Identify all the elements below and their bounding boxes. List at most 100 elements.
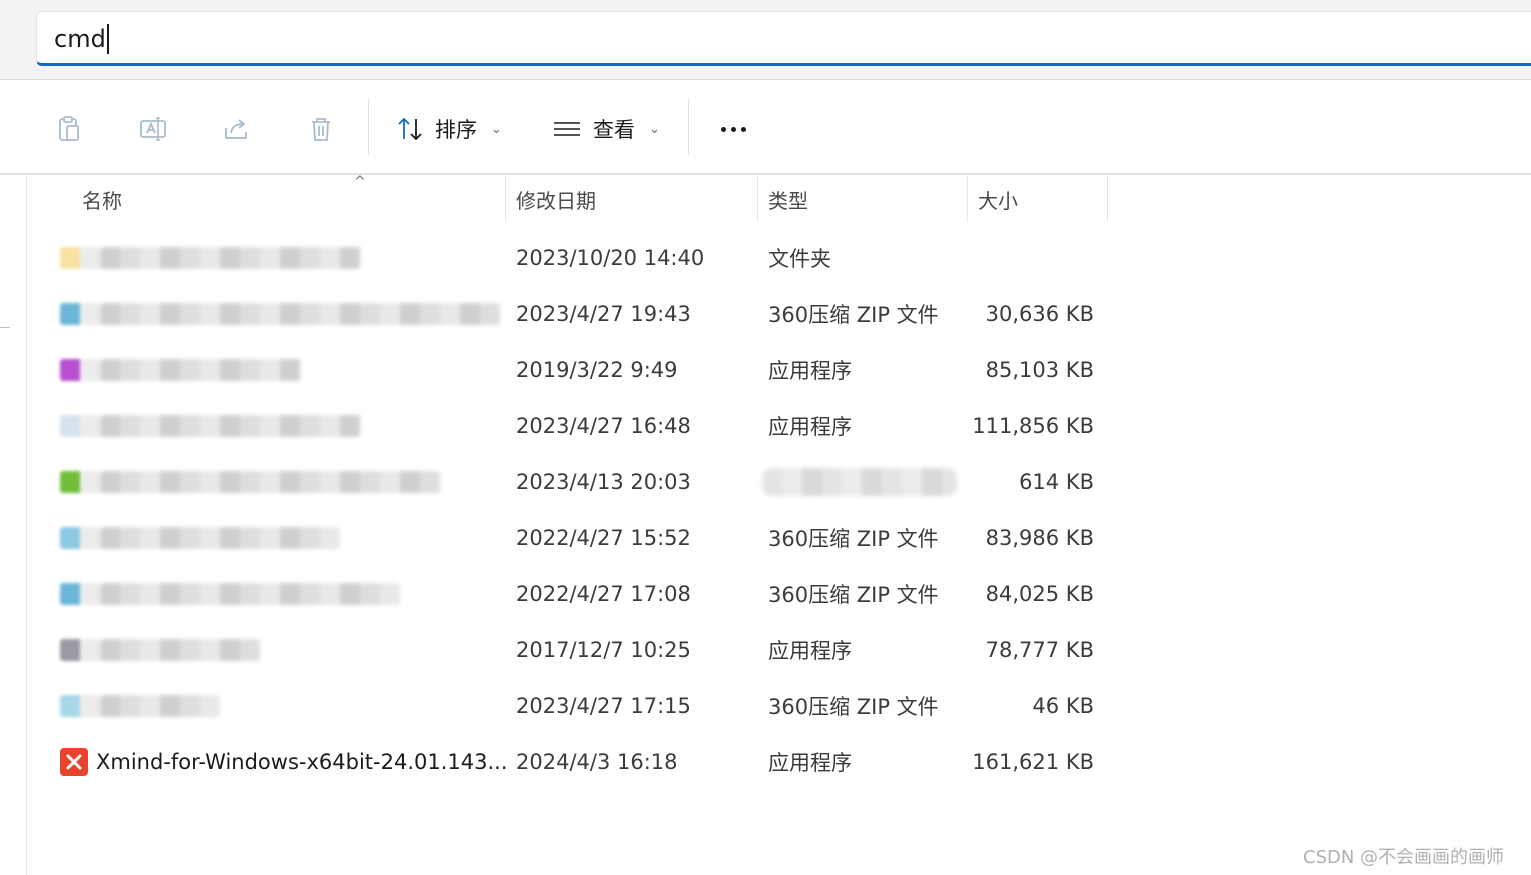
file-name-cell [60,622,500,678]
file-size: 46 KB [1032,694,1094,718]
file-modified-date: 2019/3/22 9:49 [516,358,678,382]
column-header-name[interactable]: 名称 ^ [72,174,506,222]
file-list: 名称 ^ 修改日期 类型 大小 2023/10/20 14:40 文件夹 2023/… [0,174,1531,875]
file-name-cell [60,230,500,286]
toolbar-separator [688,99,689,155]
file-modified-date: 2023/4/27 16:48 [516,414,691,438]
file-name-redacted [100,471,440,493]
file-row[interactable]: Xmind-for-Windows-x64bit-24.01.143... 202… [56,734,1116,790]
chevron-down-icon: ⌄ [491,121,502,137]
view-button[interactable]: 查看 ⌄ [551,109,660,149]
file-row[interactable]: 2019/3/22 9:49 应用程序 85,103 KB [56,342,1116,398]
file-name-redacted [100,695,220,717]
trash-icon [312,118,330,141]
file-size: 83,986 KB [985,526,1094,550]
sort-ascending-icon: ^ [354,174,366,190]
file-size: 84,025 KB [985,582,1094,606]
zip-icon [60,583,100,605]
file-modified-date: 2023/4/27 19:43 [516,302,691,326]
toolbar-separator [368,99,369,155]
address-input-value: cmd [54,25,106,53]
more-dot-icon [730,126,736,132]
file-name-cell [60,566,500,622]
view-label: 查看 [593,118,635,142]
delete-button[interactable] [303,111,339,147]
sort-icon [398,117,422,141]
file-size [956,230,1094,286]
file-type: 360压缩 ZIP 文件 [768,527,939,551]
file-name-cell [60,398,500,454]
paste-button[interactable] [51,111,87,147]
file-type: 应用程序 [768,359,852,383]
file-row[interactable]: 2023/10/20 14:40 文件夹 [56,230,1116,286]
more-options-button[interactable] [712,111,754,147]
column-header-type[interactable]: 类型 [758,176,968,222]
pane-tick [0,327,10,328]
sort-button[interactable]: 排序 ⌄ [395,109,502,149]
file-size: 614 KB [1019,470,1094,494]
address-bar[interactable]: cmd [36,11,1531,66]
file-size: 161,621 KB [972,750,1094,774]
file-name-cell [60,286,500,342]
share-button[interactable] [219,111,255,147]
file-size: 85,103 KB [985,358,1094,382]
file-modified-date: 2017/12/7 10:25 [516,638,691,662]
file-name-redacted [100,247,360,269]
column-header-name-label: 名称 [82,188,122,213]
column-header-modified-label: 修改日期 [516,188,596,213]
file-name-redacted [100,303,500,325]
file-name-redacted [100,359,300,381]
address-area: cmd [0,0,1531,80]
file-row[interactable]: 2022/4/27 17:08 360压缩 ZIP 文件 84,025 KB [56,566,1116,622]
file-row[interactable]: 2023/4/27 16:48 应用程序 111,856 KB [56,398,1116,454]
sort-label: 排序 [435,118,477,142]
file-type: 应用程序 [768,751,852,775]
file-type: 应用程序 [768,639,852,663]
xmind-icon [60,748,88,776]
file-size: 111,856 KB [972,414,1094,438]
file-type: 360压缩 ZIP 文件 [768,303,939,327]
share-icon [225,119,247,139]
rename-button[interactable] [135,111,171,147]
file-modified-date: 2022/4/27 15:52 [516,526,691,550]
app-icon [60,359,100,381]
file-type: 360压缩 ZIP 文件 [768,695,939,719]
column-header-size[interactable]: 大小 [968,176,1108,222]
view-list-icon [554,122,580,136]
file-type: 文件夹 [768,247,831,271]
text-caret [106,24,109,54]
zip-icon [60,695,100,717]
file-type: 应用程序 [768,415,852,439]
column-header-size-label: 大小 [978,188,1018,213]
file-row[interactable]: 2023/4/27 19:43 360压缩 ZIP 文件 30,636 KB [56,286,1116,342]
command-bar: 排序 ⌄ 查看 ⌄ [0,81,1531,175]
app-icon [60,415,100,437]
column-header-type-label: 类型 [768,188,808,213]
file-modified-date: 2023/4/13 20:03 [516,470,691,494]
file-row[interactable]: 2023/4/27 17:15 360压缩 ZIP 文件 46 KB [56,678,1116,734]
app-icon [60,639,100,661]
file-modified-date: 2022/4/27 17:08 [516,582,691,606]
file-icon [60,471,100,493]
folder-icon [60,247,100,269]
file-row[interactable]: 2023/4/13 20:03 614 KB [56,454,1116,510]
file-name-redacted [100,639,260,661]
file-name-redacted [100,583,400,605]
column-header-modified[interactable]: 修改日期 [506,176,758,222]
file-row[interactable]: 2022/4/27 15:52 360压缩 ZIP 文件 83,986 KB [56,510,1116,566]
more-dot-icon [740,126,746,132]
file-name-cell [60,454,500,510]
paste-icon [59,116,79,141]
chevron-down-icon: ⌄ [649,121,660,137]
watermark: CSDN @不会画画的画师 [1303,847,1505,868]
file-name-redacted [100,527,340,549]
zip-icon [60,303,100,325]
file-name-cell [60,510,500,566]
address-input[interactable]: cmd [54,24,109,54]
pane-divider [26,176,27,875]
more-dot-icon [720,126,726,132]
file-size: 78,777 KB [985,638,1094,662]
file-row[interactable]: 2017/12/7 10:25 应用程序 78,777 KB [56,622,1116,678]
file-name-redacted [100,415,360,437]
file-type: 360压缩 ZIP 文件 [768,583,939,607]
